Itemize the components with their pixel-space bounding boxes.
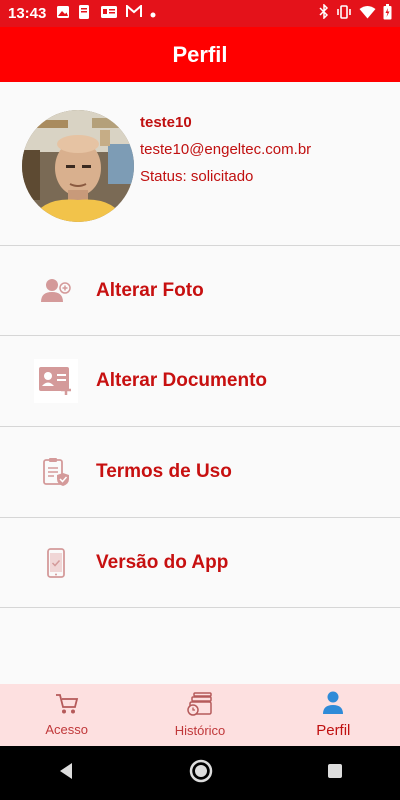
page-title: Perfil: [172, 41, 228, 67]
cart-icon: [55, 693, 79, 720]
menu-item-change-photo[interactable]: Alterar Foto: [0, 246, 400, 336]
divider: [0, 607, 400, 608]
profile-header: teste10 teste10@engeltec.com.br Status: …: [0, 82, 400, 245]
nav-label: Acesso: [45, 722, 88, 737]
id-card-icon: [100, 5, 118, 23]
menu-item-label: Alterar Documento: [96, 370, 268, 391]
status-time: 13:43: [8, 5, 47, 22]
menu-item-change-document[interactable]: Alterar Documento: [0, 336, 400, 426]
clipboard-check-icon: [34, 450, 78, 494]
profile-info: teste10 teste10@engeltec.com.br Status: …: [140, 114, 311, 185]
add-user-icon: [34, 269, 78, 313]
bottom-nav: Acesso Histórico Perfil: [0, 684, 400, 746]
system-nav-bar: [0, 746, 400, 800]
menu-item-label: Versão do App: [96, 552, 229, 573]
person-icon: [322, 691, 344, 720]
wifi-icon: [359, 5, 376, 23]
menu-item-terms-of-use[interactable]: Termos de Uso: [0, 427, 400, 517]
menu-item-label: Termos de Uso: [96, 461, 232, 482]
nav-item-historico[interactable]: Histórico: [133, 684, 266, 746]
id-card-add-icon: [34, 359, 78, 403]
gmail-icon: [126, 3, 143, 22]
recents-icon[interactable]: [327, 763, 343, 784]
status-bar: 13:43: [0, 0, 400, 27]
vibrate-icon: [336, 4, 352, 23]
nav-label: Histórico: [174, 723, 226, 738]
avatar: [22, 110, 134, 222]
app-bar: Perfil: [0, 27, 400, 82]
history-cards-icon: [187, 692, 213, 721]
menu-item-app-version[interactable]: Versão do App: [0, 518, 400, 608]
menu-item-label: Alterar Foto: [96, 280, 204, 301]
nav-item-perfil[interactable]: Perfil: [267, 684, 400, 746]
profile-name: teste10: [140, 114, 192, 131]
bluetooth-icon: [319, 3, 329, 23]
dot-icon: [150, 5, 156, 22]
gallery-icon: [56, 5, 70, 23]
home-icon[interactable]: [189, 759, 213, 788]
profile-status: Status: solicitado: [140, 168, 254, 185]
phone-check-icon: [34, 541, 78, 585]
battery-icon: [383, 3, 392, 24]
nav-item-acesso[interactable]: Acesso: [0, 684, 133, 746]
profile-email: teste10@engeltec.com.br: [140, 141, 312, 158]
nav-label: Perfil: [316, 722, 351, 739]
document-icon: [78, 4, 92, 24]
back-icon[interactable]: [57, 762, 75, 785]
